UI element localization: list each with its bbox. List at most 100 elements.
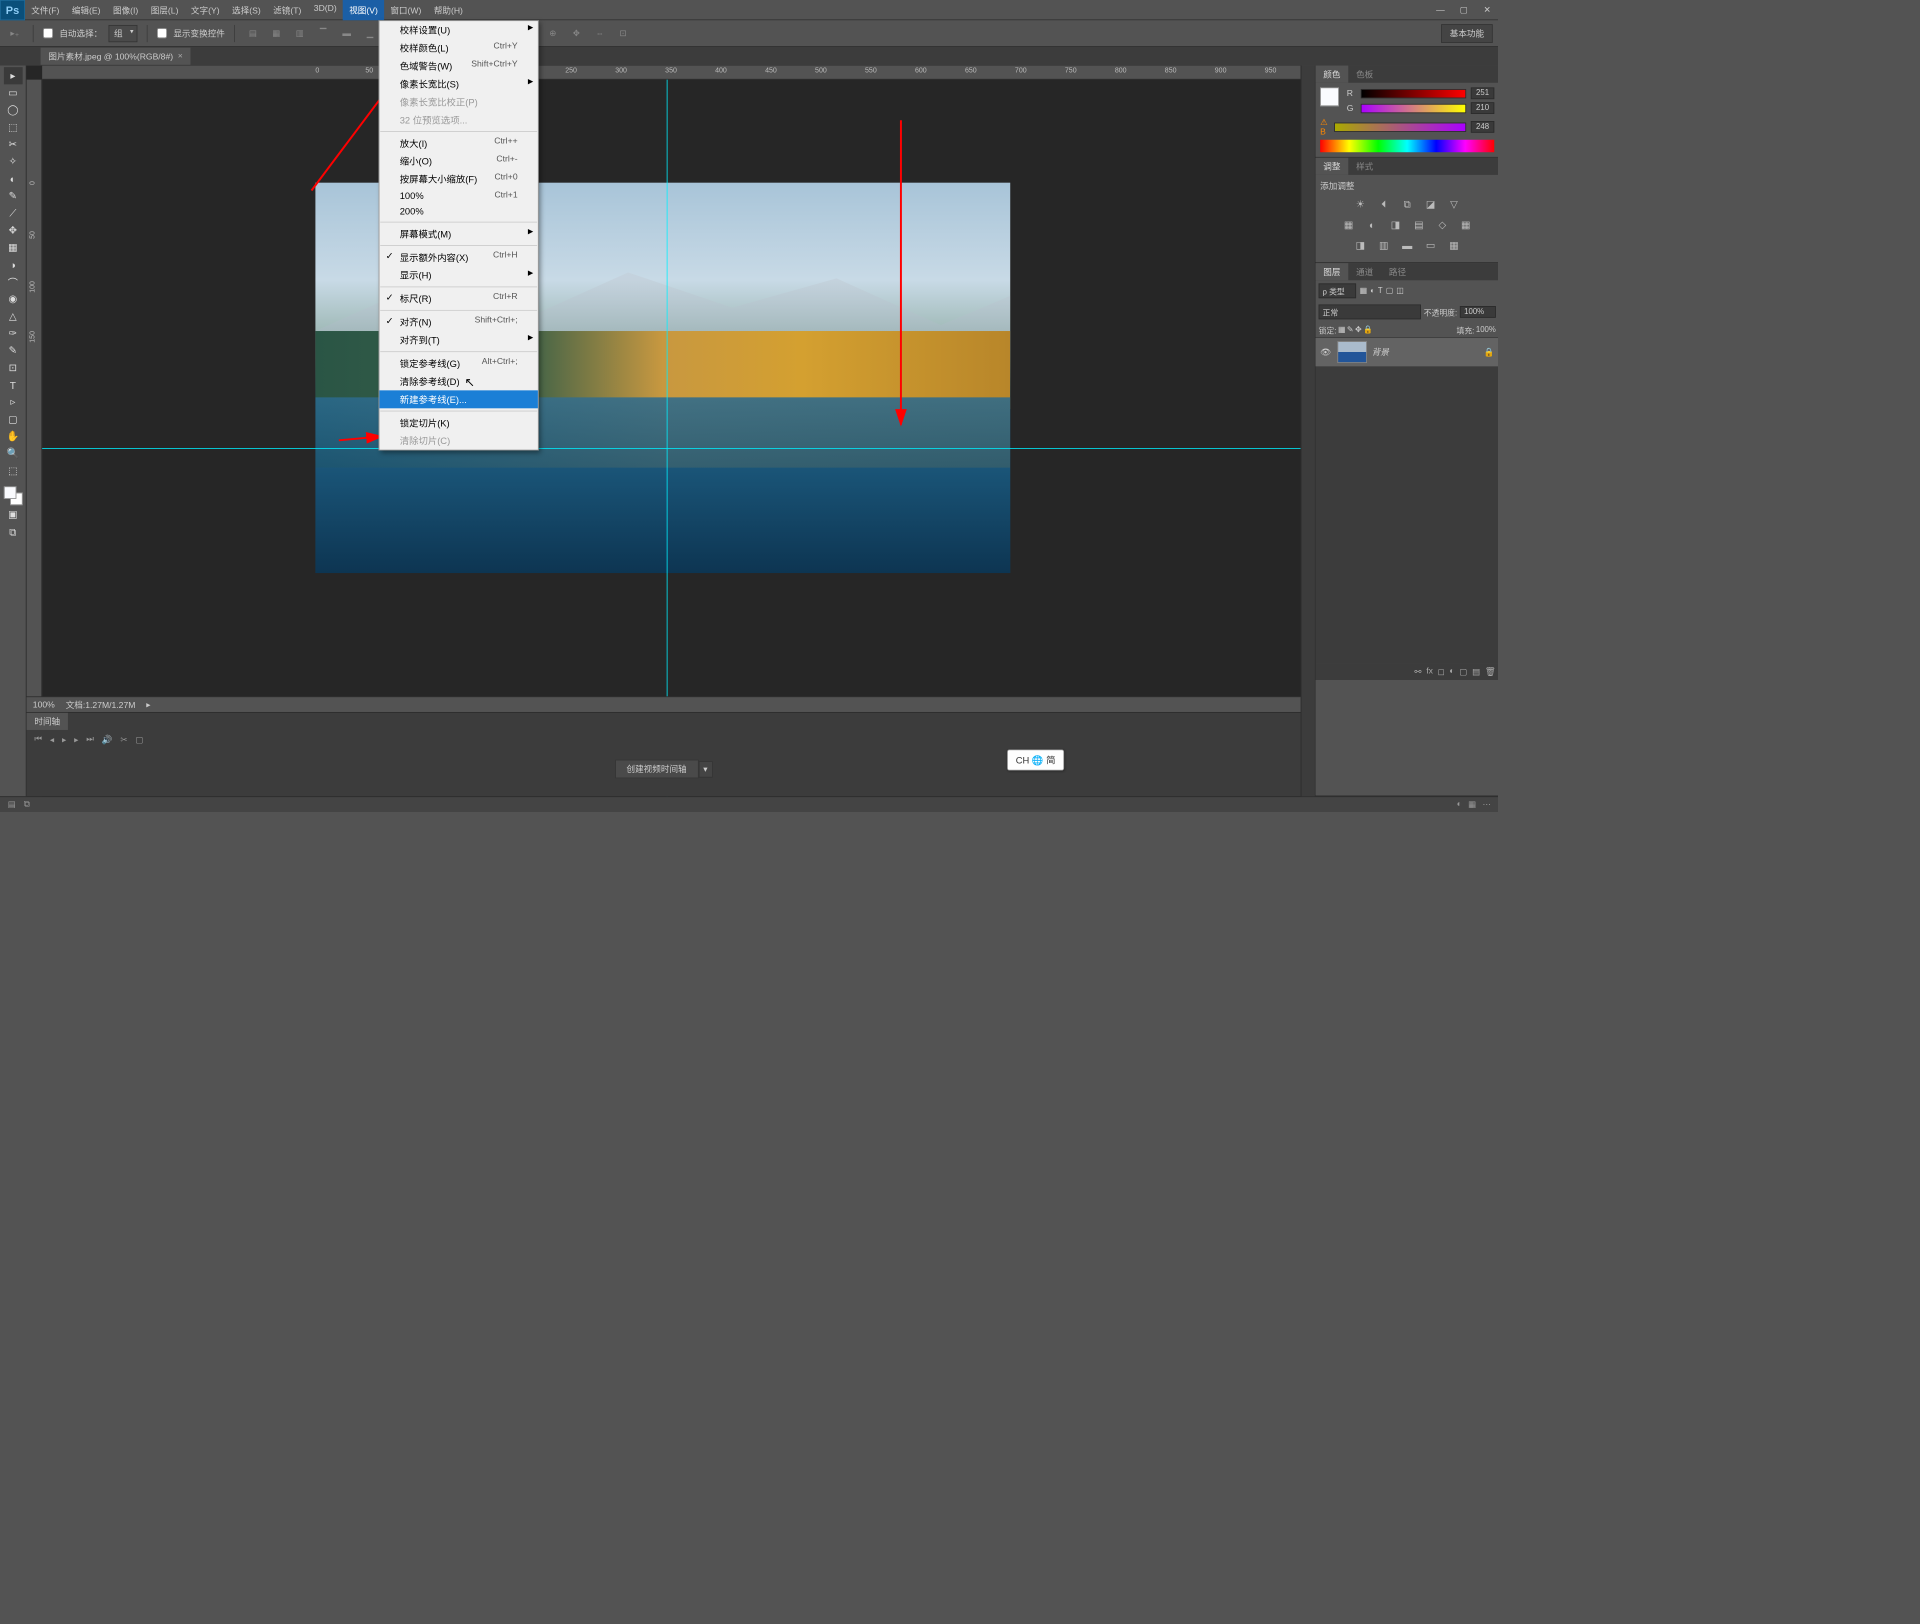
- timeline-prev-icon[interactable]: ◂: [50, 735, 54, 745]
- view-menu-item[interactable]: 校样颜色(L)Ctrl+Y: [379, 39, 537, 57]
- view-menu-item[interactable]: 放大(I)Ctrl++: [379, 134, 537, 152]
- timeline-split-icon[interactable]: ✂: [120, 735, 127, 745]
- workspace-switcher[interactable]: 基本功能: [1441, 24, 1493, 43]
- tool-14[interactable]: △: [4, 308, 23, 325]
- ruler-horizontal[interactable]: 0501001502002503003504004505005506006507…: [42, 66, 1300, 80]
- timeline-audio-icon[interactable]: 🔊: [102, 735, 113, 745]
- tool-15[interactable]: ✑: [4, 325, 23, 342]
- tool-1[interactable]: ▭: [4, 84, 23, 101]
- gradient-map-icon[interactable]: ▭: [1422, 237, 1439, 253]
- align-top-icon[interactable]: ▔: [315, 25, 332, 42]
- layer-fx-icon[interactable]: fx: [1426, 667, 1433, 677]
- tab-adjustments[interactable]: 调整: [1315, 158, 1348, 175]
- view-menu-item[interactable]: 对齐到(T)▶: [379, 331, 537, 349]
- filter-adjust-icon[interactable]: ◐: [1370, 287, 1375, 296]
- 3d-pan-icon[interactable]: ✥: [568, 25, 585, 42]
- tab-swatches[interactable]: 色板: [1348, 66, 1381, 83]
- bw-icon[interactable]: ◨: [1387, 217, 1404, 233]
- view-menu-item[interactable]: 200%: [379, 204, 537, 220]
- ime-indicator[interactable]: CH 🌐 简: [1007, 749, 1064, 770]
- filter-pixel-icon[interactable]: ▦: [1360, 287, 1367, 296]
- filter-shape-icon[interactable]: ▢: [1386, 287, 1393, 296]
- create-timeline-dropdown[interactable]: ▾: [698, 761, 712, 777]
- r-value[interactable]: 251: [1471, 87, 1494, 99]
- tool-21[interactable]: ✋: [4, 428, 23, 445]
- tool-6[interactable]: ◐: [4, 170, 23, 187]
- canvas-area[interactable]: 0501001502002503003504004505005506006507…: [27, 66, 1301, 797]
- menu-item-7[interactable]: 3D(D): [308, 0, 343, 20]
- layer-mask-icon[interactable]: ◻: [1438, 667, 1445, 677]
- filter-type-icon[interactable]: T: [1378, 287, 1383, 296]
- create-video-timeline-button[interactable]: 创建视频时间轴: [615, 760, 699, 779]
- view-menu-item[interactable]: 显示(H)▶: [379, 266, 537, 284]
- auto-select-dropdown[interactable]: 组: [109, 25, 138, 42]
- footer-icon-r1[interactable]: ◐: [1457, 799, 1462, 809]
- doc-info[interactable]: 文档:1.27M/1.27M: [66, 698, 136, 710]
- blend-mode-dropdown[interactable]: 正常: [1319, 304, 1421, 319]
- posterize-icon[interactable]: ▥: [1375, 237, 1392, 253]
- right-dock-strip[interactable]: [1301, 66, 1315, 797]
- footer-icon-2[interactable]: ⧉: [24, 799, 30, 809]
- visibility-icon[interactable]: 👁: [1319, 347, 1333, 357]
- tool-8[interactable]: ⟋: [4, 205, 23, 222]
- new-layer-icon[interactable]: ▤: [1472, 667, 1480, 677]
- delete-layer-icon[interactable]: 🗑: [1485, 667, 1496, 677]
- view-menu-item[interactable]: 按屏幕大小缩放(F)Ctrl+0: [379, 170, 537, 188]
- g-value[interactable]: 210: [1471, 102, 1494, 114]
- timeline-play-icon[interactable]: ▸: [62, 735, 66, 745]
- levels-icon[interactable]: ⏴: [1375, 197, 1392, 213]
- align-left-icon[interactable]: ▤: [244, 25, 261, 42]
- tab-paths[interactable]: 路径: [1381, 263, 1414, 280]
- layer-row-background[interactable]: 👁 背景 🔒: [1315, 338, 1498, 367]
- link-layers-icon[interactable]: ⚯: [1414, 667, 1421, 677]
- view-menu-item[interactable]: 像素长宽比(S)▶: [379, 75, 537, 93]
- tool-23[interactable]: ⬚: [4, 462, 23, 479]
- 3d-slide-icon[interactable]: ⇔: [591, 25, 608, 42]
- threshold-icon[interactable]: ▬: [1399, 237, 1416, 253]
- screen-mode-icon[interactable]: ⧉: [4, 524, 23, 541]
- filter-smart-icon[interactable]: ◫: [1396, 287, 1403, 296]
- invert-icon[interactable]: ◨: [1352, 237, 1369, 253]
- minimize-button[interactable]: —: [1429, 0, 1452, 20]
- tool-2[interactable]: ◯: [4, 101, 23, 118]
- layer-name[interactable]: 背景: [1372, 346, 1482, 358]
- menu-item-0[interactable]: 文件(F): [25, 0, 66, 20]
- tool-20[interactable]: ▢: [4, 411, 23, 428]
- fg-color-swatch[interactable]: [4, 486, 16, 498]
- r-slider[interactable]: [1361, 89, 1466, 98]
- layer-thumbnail[interactable]: [1337, 341, 1367, 363]
- align-bottom-icon[interactable]: ▁: [361, 25, 378, 42]
- tool-18[interactable]: T: [4, 376, 23, 393]
- menu-item-9[interactable]: 窗口(W): [384, 0, 427, 20]
- view-menu-item[interactable]: ✓标尺(R)Ctrl+R: [379, 290, 537, 308]
- view-menu-item[interactable]: 缩小(O)Ctrl+-: [379, 152, 537, 170]
- view-menu-item[interactable]: 新建参考线(E)...: [379, 390, 537, 408]
- tab-layers[interactable]: 图层: [1315, 263, 1348, 280]
- footer-icon-r2[interactable]: ▦: [1468, 799, 1476, 809]
- timeline-transition-icon[interactable]: ▢: [135, 735, 143, 745]
- document-tab[interactable]: 图片素材.jpeg @ 100%(RGB/8#) ×: [41, 48, 191, 65]
- menu-item-5[interactable]: 选择(S): [226, 0, 267, 20]
- menu-item-8[interactable]: 视图(V): [343, 0, 384, 20]
- 3d-roll-icon[interactable]: ⊕: [544, 25, 561, 42]
- align-center-v-icon[interactable]: ▬: [338, 25, 355, 42]
- timeline-first-icon[interactable]: ⏮: [34, 735, 42, 745]
- color-lookup-icon[interactable]: ▦: [1457, 217, 1474, 233]
- b-slider[interactable]: [1334, 122, 1466, 131]
- menu-item-2[interactable]: 图像(I): [107, 0, 145, 20]
- channel-mixer-icon[interactable]: ◇: [1434, 217, 1451, 233]
- auto-select-checkbox[interactable]: [43, 28, 53, 38]
- tool-11[interactable]: ◑: [4, 256, 23, 273]
- menu-item-1[interactable]: 编辑(E): [66, 0, 107, 20]
- tool-22[interactable]: 🔍: [4, 445, 23, 462]
- opacity-value[interactable]: 100%: [1460, 306, 1496, 318]
- layer-filter-kind[interactable]: ρ 类型: [1319, 283, 1357, 298]
- view-menu-item[interactable]: 清除参考线(D): [379, 372, 537, 390]
- view-menu-item[interactable]: ✓对齐(N)Shift+Ctrl+;: [379, 313, 537, 331]
- tool-10[interactable]: ▦: [4, 239, 23, 256]
- menu-item-10[interactable]: 帮助(H): [428, 0, 470, 20]
- g-slider[interactable]: [1361, 103, 1466, 112]
- color-balance-icon[interactable]: ◐: [1363, 217, 1380, 233]
- tab-timeline[interactable]: 时间轴: [27, 713, 68, 730]
- lock-pixels-icon[interactable]: ✎: [1347, 326, 1354, 335]
